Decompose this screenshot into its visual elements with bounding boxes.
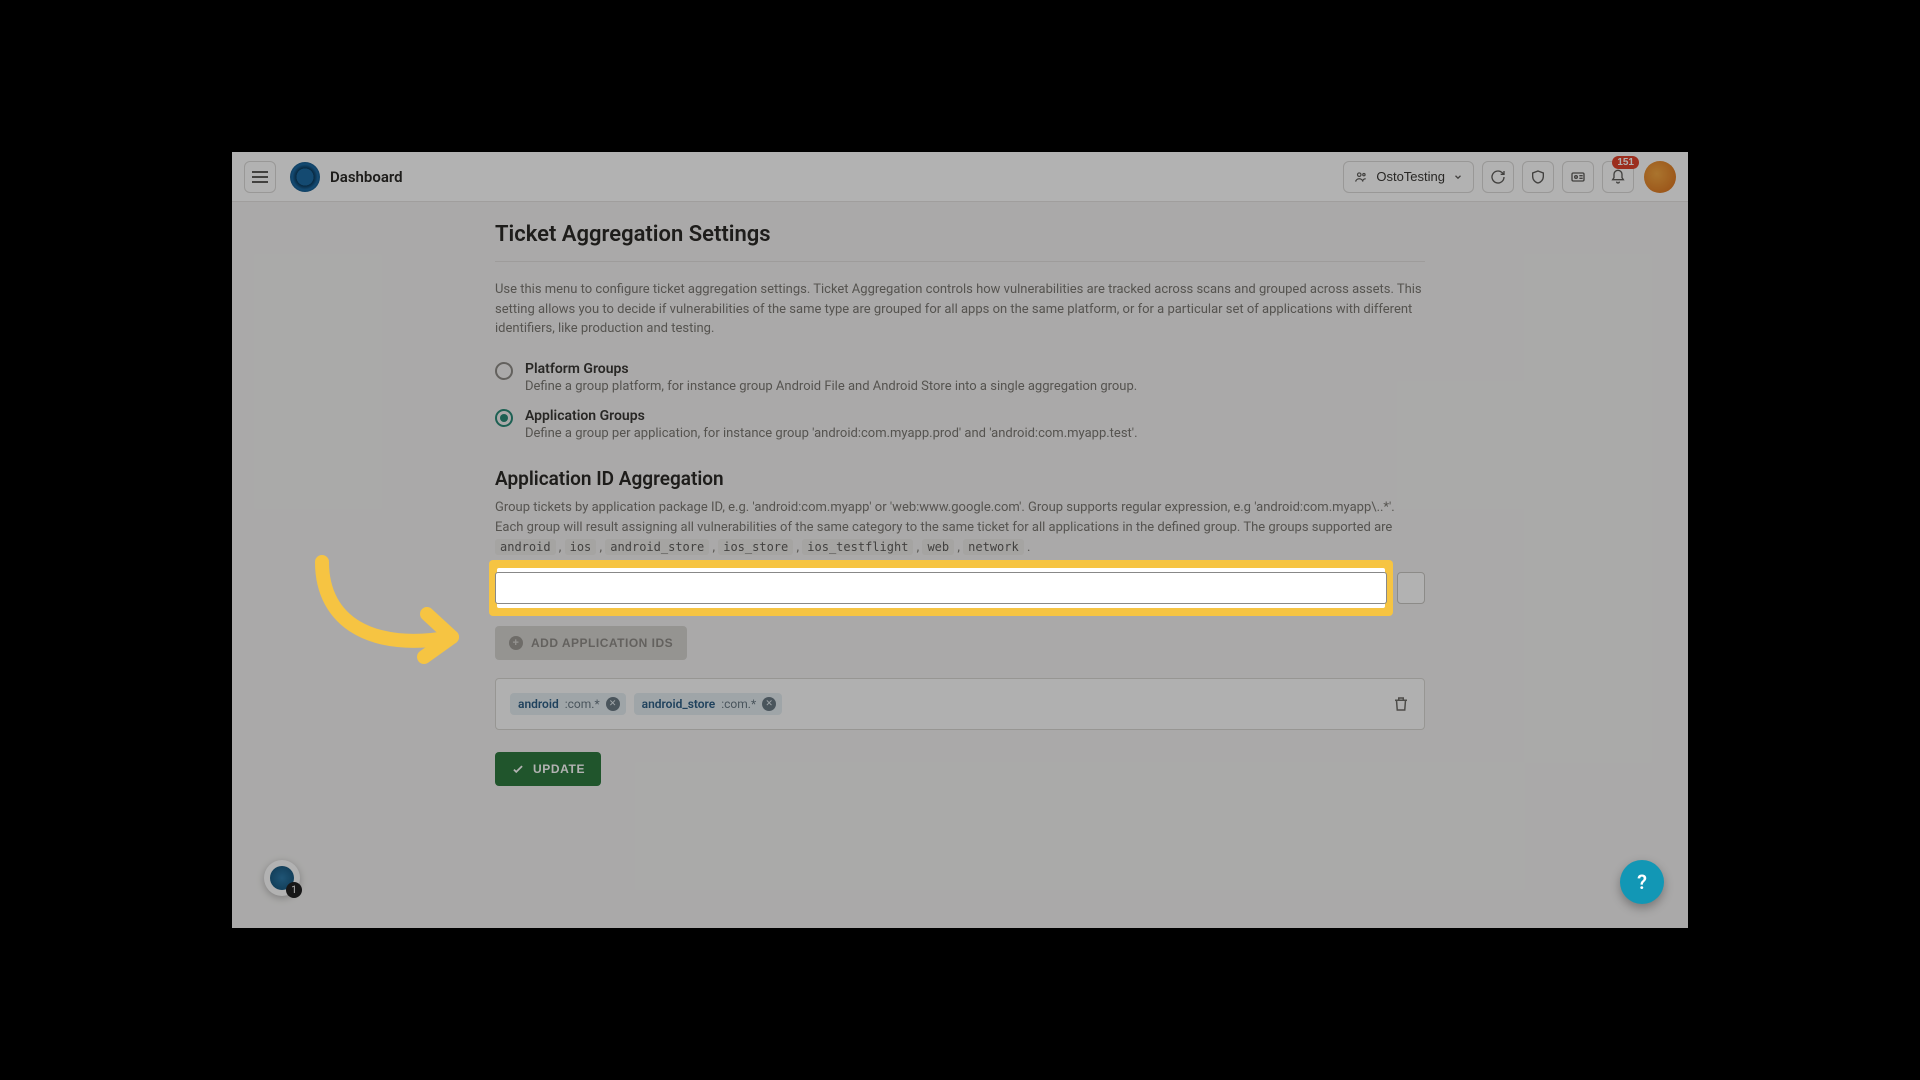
chip-prefix: android: [518, 697, 559, 711]
arrow-annotation: [292, 552, 492, 692]
hamburger-icon: [252, 176, 268, 178]
check-icon: [511, 762, 525, 776]
id-card-icon: [1570, 169, 1586, 185]
application-id-input[interactable]: [495, 572, 1387, 604]
chip-group: android :com.* ✕ android_store :com.* ✕: [495, 678, 1425, 730]
org-switcher[interactable]: OstoTesting: [1343, 161, 1474, 193]
divider: [495, 261, 1425, 262]
menu-button[interactable]: [244, 161, 276, 193]
chip-remove[interactable]: ✕: [606, 697, 620, 711]
tag-code: android_store: [605, 539, 709, 555]
delete-group[interactable]: [1392, 695, 1410, 713]
section-desc: Group tickets by application package ID,…: [495, 498, 1425, 558]
section-title: Application ID Aggregation: [495, 467, 1425, 490]
app-window: Dashboard OstoTesting 151: [232, 152, 1688, 928]
radio-icon: [495, 362, 513, 380]
shield-button[interactable]: [1522, 161, 1554, 193]
assistant-badge: 1: [286, 882, 302, 898]
avatar[interactable]: [1644, 161, 1676, 193]
notifications-badge: 151: [1612, 156, 1639, 169]
add-application-ids-button[interactable]: + ADD APPLICATION IDS: [495, 626, 687, 660]
radio-application-groups[interactable]: Application Groups Define a group per ap…: [495, 408, 1425, 441]
radio-platform-groups[interactable]: Platform Groups Define a group platform,…: [495, 361, 1425, 394]
plus-icon: +: [509, 636, 523, 650]
update-button[interactable]: UPDATE: [495, 752, 601, 786]
radio-label: Application Groups: [525, 408, 1138, 424]
tag-code: network: [963, 539, 1024, 555]
refresh-icon: [1490, 169, 1506, 185]
chip-suffix: :com.*: [721, 697, 756, 711]
refresh-button[interactable]: [1482, 161, 1514, 193]
radio-desc: Define a group platform, for instance gr…: [525, 379, 1137, 394]
radio-icon: [495, 409, 513, 427]
tag-code: web: [922, 539, 954, 555]
radio-desc: Define a group per application, for inst…: [525, 426, 1138, 441]
bell-icon: [1610, 169, 1626, 185]
chip-suffix: :com.*: [565, 697, 600, 711]
notifications-button[interactable]: 151: [1602, 161, 1634, 193]
help-fab[interactable]: ?: [1620, 860, 1664, 904]
content: Ticket Aggregation Settings Use this men…: [232, 202, 1688, 786]
radio-label: Platform Groups: [525, 361, 1137, 377]
topbar: Dashboard OstoTesting 151: [232, 152, 1688, 202]
trash-icon: [1392, 695, 1410, 713]
page-title-top: Dashboard: [330, 168, 403, 186]
settings-panel: Ticket Aggregation Settings Use this men…: [495, 222, 1425, 786]
tag-code: ios_testflight: [802, 539, 913, 555]
clear-button[interactable]: [1397, 572, 1425, 604]
tag-code: android: [495, 539, 556, 555]
update-label: UPDATE: [533, 762, 585, 776]
input-row: [495, 572, 1425, 604]
intro-text: Use this menu to configure ticket aggreg…: [495, 280, 1425, 339]
chip: android :com.* ✕: [510, 693, 626, 715]
assistant-widget[interactable]: 1: [264, 860, 300, 896]
tag-code: ios_store: [718, 539, 793, 555]
chip-remove[interactable]: ✕: [762, 697, 776, 711]
shield-icon: [1530, 169, 1546, 185]
chip-prefix: android_store: [642, 697, 716, 711]
people-icon: [1354, 170, 1368, 184]
card-button[interactable]: [1562, 161, 1594, 193]
page-title: Ticket Aggregation Settings: [495, 222, 1425, 247]
chevron-down-icon: [1453, 172, 1463, 182]
app-logo: [290, 162, 320, 192]
add-button-label: ADD APPLICATION IDS: [531, 636, 673, 650]
tag-code: ios: [565, 539, 597, 555]
org-label: OstoTesting: [1376, 169, 1445, 184]
chip: android_store :com.* ✕: [634, 693, 782, 715]
